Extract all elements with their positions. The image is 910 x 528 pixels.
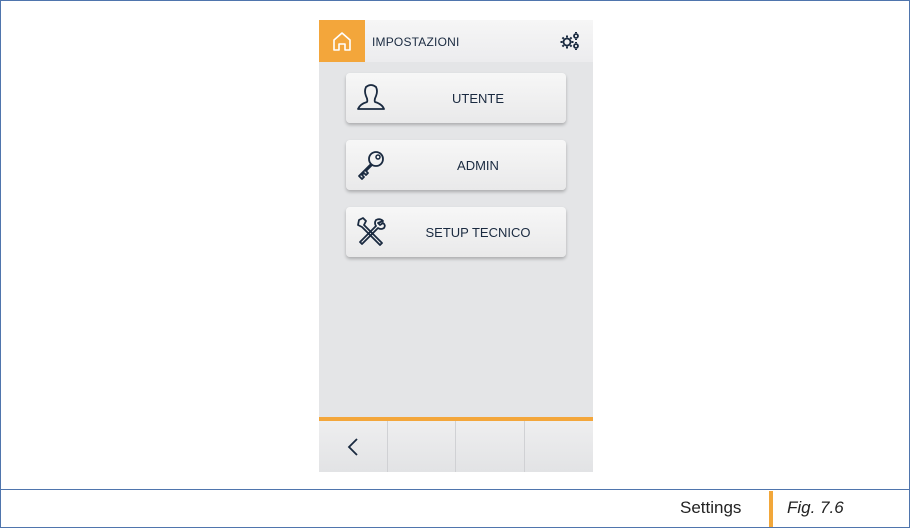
figure-number: Fig. 7.6 <box>787 498 844 517</box>
device-screen: IMPOSTAZIONI UTENTE ADMIN SETUP TECNICO <box>319 20 593 472</box>
nav-slot-4[interactable] <box>525 421 594 472</box>
nav-slot-3[interactable] <box>456 421 525 472</box>
utente-label: UTENTE <box>452 91 504 106</box>
gears-icon[interactable] <box>559 30 581 52</box>
tools-icon <box>357 217 386 246</box>
key-icon <box>358 151 384 180</box>
setup-tecnico-button[interactable]: SETUP TECNICO <box>346 207 566 257</box>
caption-label: Settings <box>680 498 742 517</box>
top-bar: IMPOSTAZIONI <box>319 20 593 62</box>
page-title: IMPOSTAZIONI <box>372 35 460 49</box>
admin-button[interactable]: ADMIN <box>346 140 566 190</box>
caption-separator <box>769 491 773 527</box>
back-button[interactable] <box>319 421 388 472</box>
caption-bar <box>0 489 910 528</box>
home-icon <box>333 32 351 51</box>
chevron-left-icon <box>347 437 358 456</box>
user-icon <box>357 84 385 110</box>
utente-button[interactable]: UTENTE <box>346 73 566 123</box>
nav-slot-2[interactable] <box>388 421 456 472</box>
home-button[interactable] <box>319 20 365 62</box>
setup-tecnico-label: SETUP TECNICO <box>425 225 531 240</box>
admin-label: ADMIN <box>457 158 499 173</box>
bottom-nav <box>319 421 593 472</box>
